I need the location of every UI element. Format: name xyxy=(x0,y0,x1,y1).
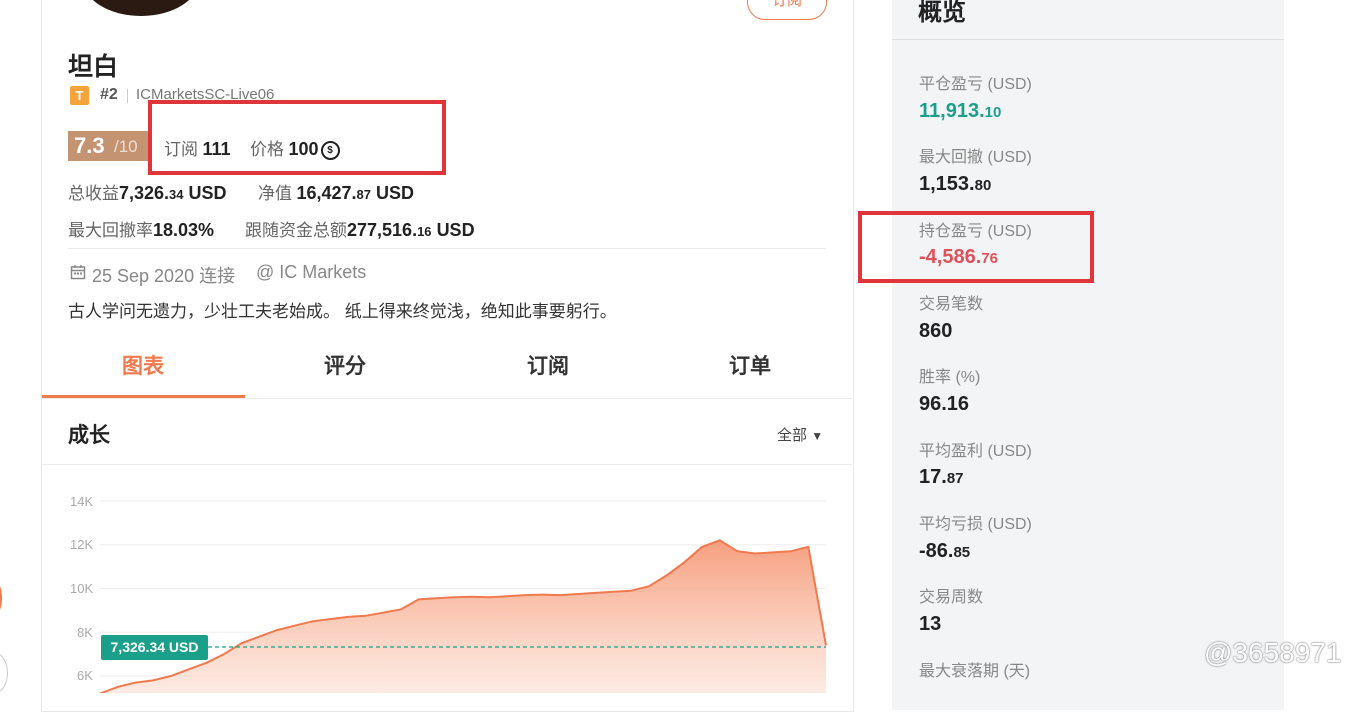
metric-label: 最大回撤 (USD) xyxy=(919,149,1032,166)
watermark: @3658971 xyxy=(1204,637,1342,668)
highlight-box xyxy=(858,211,1094,283)
metric-value: 17.87 xyxy=(919,466,964,488)
metric-value: -86.85 xyxy=(919,540,971,562)
metric-label: 最大衰落期 (天) xyxy=(919,663,1031,680)
overview-title: 概览 xyxy=(918,0,966,26)
growth-area xyxy=(101,540,826,693)
current-value-label: 7,326.34 USD xyxy=(101,635,208,660)
metric-value: 11,913.10 xyxy=(919,100,1002,122)
metric-value: 13 xyxy=(919,613,942,635)
metric-label: 平均盈利 (USD) xyxy=(919,443,1032,460)
metric-label: 平仓盈亏 (USD) xyxy=(919,76,1032,93)
metric-value: 96.16 xyxy=(919,393,970,415)
metric-label: 交易笔数 xyxy=(919,296,984,313)
metric-label: 胜率 (%) xyxy=(919,369,981,386)
metric-label: 平均亏损 (USD) xyxy=(919,516,1032,533)
divider xyxy=(892,39,1284,40)
metric-value: 1,153.80 xyxy=(919,173,992,195)
metric-value: 860 xyxy=(919,320,953,342)
metric-label: 交易周数 xyxy=(919,589,984,606)
